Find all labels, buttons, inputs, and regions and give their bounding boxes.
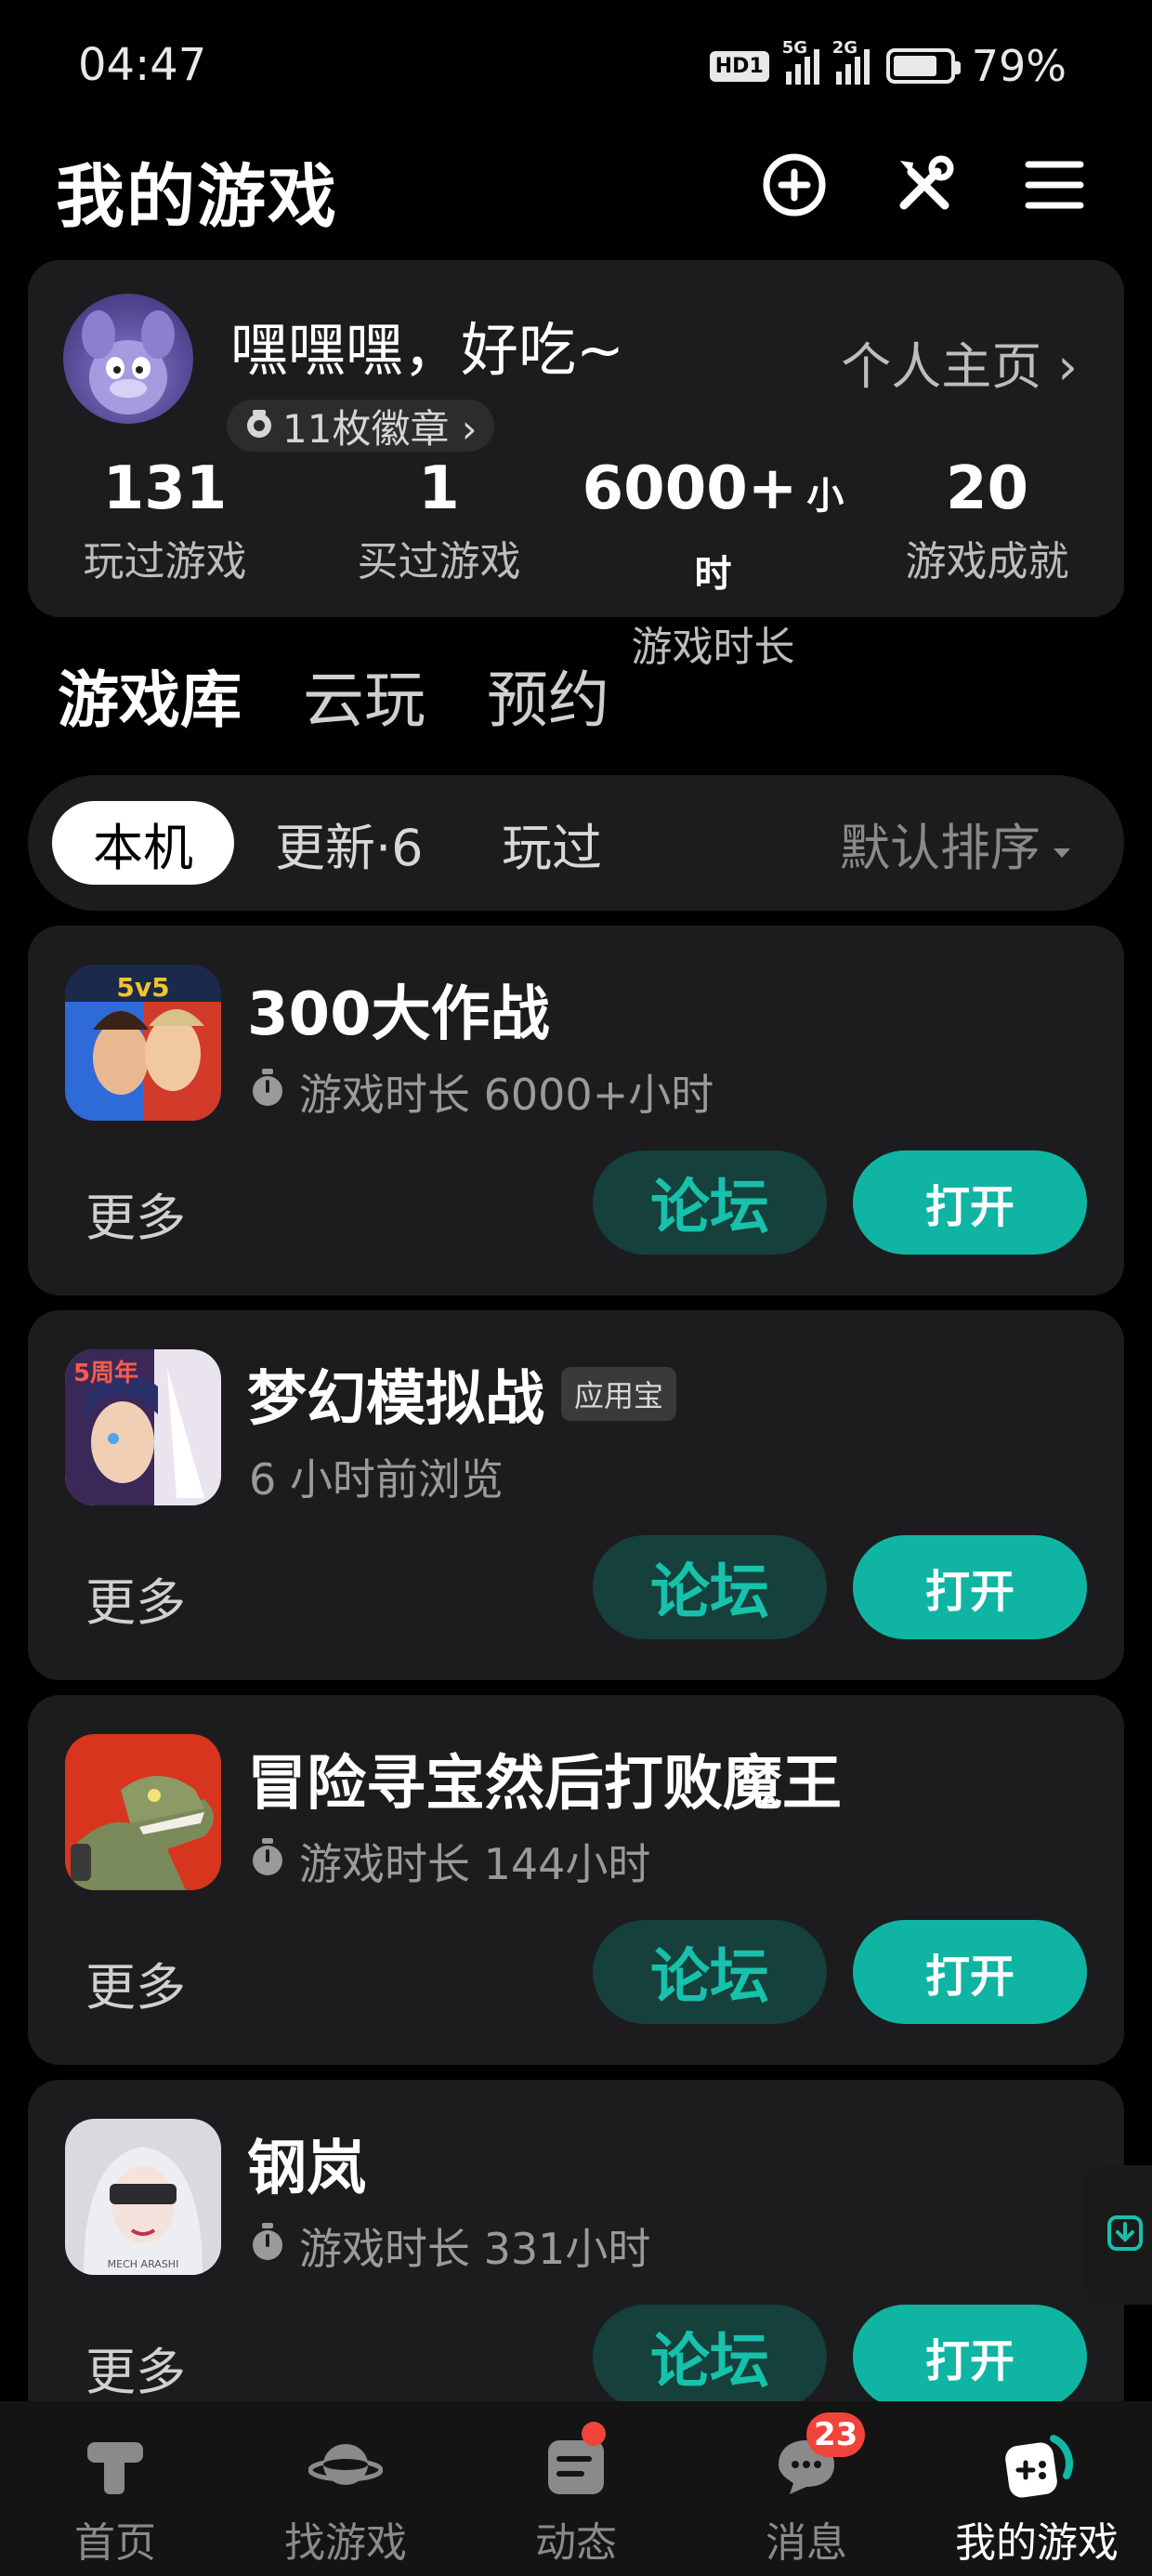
game-meta: 游戏时长 144小时 xyxy=(249,1831,650,1892)
stat-played-games[interactable]: 131 玩过游戏 xyxy=(28,453,302,673)
game-icon[interactable] xyxy=(65,1734,221,1890)
medal-icon xyxy=(243,403,275,449)
game-card[interactable]: 5周年 梦幻模拟战 应用宝 6 小时前浏览 更多 论坛 打开 xyxy=(28,1310,1124,1680)
game-title: 冒险寻宝然后打败魔王 xyxy=(247,1750,842,1819)
tools-icon[interactable] xyxy=(886,147,962,223)
status-time: 04:47 xyxy=(78,39,207,91)
sort-dropdown[interactable]: 默认排序 xyxy=(840,801,1072,885)
menu-icon[interactable] xyxy=(1016,147,1093,223)
signal-5g-icon: 5G xyxy=(782,38,819,85)
game-card[interactable]: MECH ARASHI 钢岚 游戏时长 331小时 更多 论坛 打开 xyxy=(28,2080,1124,2450)
avatar[interactable] xyxy=(63,294,193,424)
stat-bought-games[interactable]: 1 买过游戏 xyxy=(302,453,576,673)
profile-card[interactable]: 嘿嘿嘿，好吃~ 个人主页 › 11枚徽章 › 131 玩过游戏 1 买过游戏 6… xyxy=(28,260,1124,671)
game-title: 梦幻模拟战 应用宝 xyxy=(247,1351,677,1437)
svg-text:5v5: 5v5 xyxy=(116,972,169,1003)
svg-text:5周年: 5周年 xyxy=(73,1359,138,1387)
source-tag: 应用宝 xyxy=(561,1367,677,1421)
tab-cloud-play[interactable]: 云玩 xyxy=(303,651,425,740)
filter-local[interactable]: 本机 xyxy=(52,801,234,885)
tab-game-library[interactable]: 游戏库 xyxy=(54,651,245,740)
profile-homepage-link[interactable]: 个人主页 › xyxy=(841,325,1078,399)
forum-button[interactable]: 论坛 xyxy=(593,1535,827,1639)
stopwatch-icon xyxy=(249,1836,286,1887)
nav-feed[interactable]: 动态 xyxy=(461,2401,691,2576)
open-button[interactable]: 打开 xyxy=(853,2305,1087,2409)
open-button[interactable]: 打开 xyxy=(853,1535,1087,1639)
home-t-icon xyxy=(76,2427,154,2505)
page-title: 我的游戏 xyxy=(56,157,338,237)
stopwatch-icon xyxy=(249,2221,286,2272)
status-indicators: HD1 5G 2G 79% xyxy=(709,38,1067,91)
status-bar: 04:47 HD1 5G 2G 79% xyxy=(0,0,1152,130)
stopwatch-icon xyxy=(249,1067,286,1118)
game-card[interactable]: 5v5 300大作战 游戏时长 6000+小时 更多 论坛 打开 xyxy=(28,926,1124,1295)
username: 嘿嘿嘿，好吃~ xyxy=(230,316,624,384)
stat-achievements[interactable]: 20 游戏成就 xyxy=(850,453,1124,673)
caret-down-icon xyxy=(1052,814,1072,873)
game-title: 300大作战 xyxy=(247,980,550,1049)
game-meta: 游戏时长 6000+小时 xyxy=(249,1061,713,1123)
open-button[interactable]: 打开 xyxy=(853,1150,1087,1255)
battery-icon xyxy=(885,48,961,84)
hd-voice-icon: HD1 xyxy=(709,50,769,82)
more-button[interactable]: 更多 xyxy=(85,2331,186,2404)
game-icon[interactable]: MECH ARASHI xyxy=(65,2119,221,2275)
nav-my-games[interactable]: 我的游戏 xyxy=(922,2401,1152,2576)
forum-button[interactable]: 论坛 xyxy=(593,1920,827,2024)
nav-home[interactable]: 首页 xyxy=(0,2401,230,2576)
badges-button[interactable]: 11枚徽章 › xyxy=(227,400,494,452)
download-icon xyxy=(1106,2215,1144,2255)
more-button[interactable]: 更多 xyxy=(85,1946,186,2019)
game-icon[interactable]: 5v5 xyxy=(65,965,221,1121)
nav-messages[interactable]: 23 消息 xyxy=(691,2401,922,2576)
game-title: 钢岚 xyxy=(247,2135,366,2203)
game-meta: 游戏时长 331小时 xyxy=(249,2215,650,2277)
filter-played[interactable]: 玩过 xyxy=(461,801,643,885)
library-tabs: 游戏库 云玩 预约 xyxy=(54,651,609,740)
badges-label: 11枚徽章 › xyxy=(282,405,478,452)
profile-stats: 131 玩过游戏 1 买过游戏 6000+ 小时 游戏时长 20 游戏成就 xyxy=(28,453,1124,673)
forum-button[interactable]: 论坛 xyxy=(593,2305,827,2409)
game-card[interactable]: 冒险寻宝然后打败魔王 游戏时长 144小时 更多 论坛 打开 xyxy=(28,1695,1124,2065)
battery-percent: 79% xyxy=(971,41,1067,91)
filter-updates[interactable]: 更新·6 xyxy=(234,801,465,885)
stat-play-time[interactable]: 6000+ 小时 游戏时长 xyxy=(576,453,850,673)
open-button[interactable]: 打开 xyxy=(853,1920,1087,2024)
tab-reservations[interactable]: 预约 xyxy=(487,651,609,740)
notification-dot xyxy=(582,2422,606,2446)
message-count-badge: 23 xyxy=(806,2412,866,2457)
add-circle-icon[interactable] xyxy=(756,147,832,223)
download-float-button[interactable] xyxy=(1083,2165,1152,2305)
more-button[interactable]: 更多 xyxy=(85,1176,186,1250)
more-button[interactable]: 更多 xyxy=(85,1561,186,1635)
signal-2g-icon: 2G xyxy=(832,38,870,85)
gamepad-icon xyxy=(998,2427,1076,2505)
sort-label: 默认排序 xyxy=(840,818,1041,877)
game-icon[interactable]: 5周年 xyxy=(65,1349,221,1505)
filter-bar: 本机 更新·6 玩过 默认排序 xyxy=(28,775,1124,911)
planet-icon xyxy=(307,2427,385,2505)
forum-button[interactable]: 论坛 xyxy=(593,1150,827,1255)
game-meta: 6 小时前浏览 xyxy=(249,1454,504,1505)
nav-discover[interactable]: 找游戏 xyxy=(230,2401,461,2576)
bottom-nav: 首页 找游戏 动态 23 消息 我的游戏 xyxy=(0,2401,1152,2576)
app-header: 我的游戏 xyxy=(0,130,1152,242)
svg-text:MECH ARASHI: MECH ARASHI xyxy=(108,2258,179,2270)
